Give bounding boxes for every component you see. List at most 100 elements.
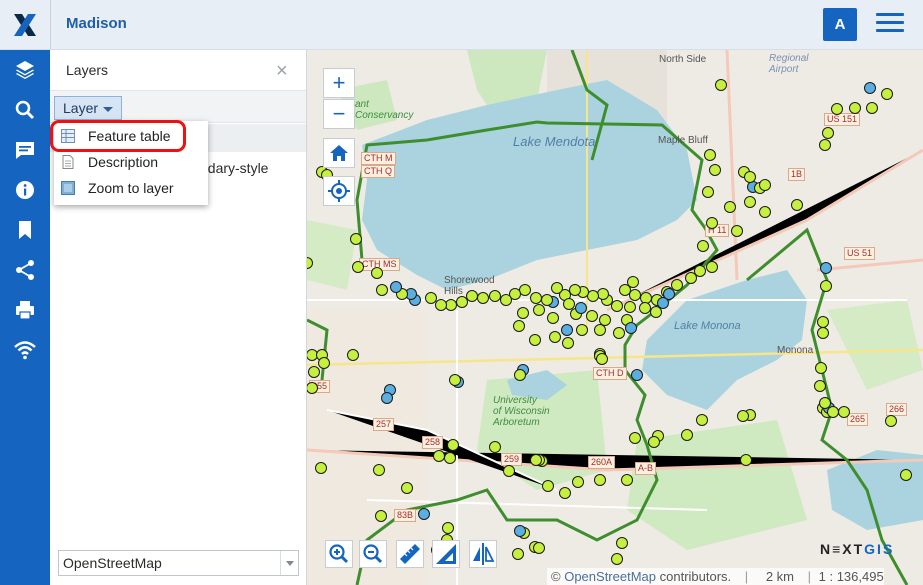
feature-point-green[interactable] [648, 436, 660, 448]
feature-point-green[interactable] [697, 240, 709, 252]
print-icon[interactable] [13, 298, 37, 322]
feature-point-green[interactable] [706, 261, 718, 273]
feature-point-green[interactable] [731, 225, 743, 237]
feature-point-green[interactable] [706, 217, 718, 229]
feature-point-green[interactable] [671, 279, 683, 291]
feature-point-green[interactable] [576, 324, 588, 336]
feature-point-blue[interactable] [575, 302, 587, 314]
feature-point-green[interactable] [639, 302, 651, 314]
feature-point-blue[interactable] [820, 262, 832, 274]
feature-point-green[interactable] [881, 88, 893, 100]
feature-point-green[interactable] [629, 289, 641, 301]
feature-point-green[interactable] [533, 304, 545, 316]
feature-point-green[interactable] [629, 432, 641, 444]
feature-point-green[interactable] [551, 282, 563, 294]
feature-point-green[interactable] [500, 294, 512, 306]
feature-point-green[interactable] [681, 429, 693, 441]
layers-icon[interactable] [13, 58, 37, 82]
feature-point-green[interactable] [572, 476, 584, 488]
feature-point-green[interactable] [849, 102, 861, 114]
feature-point-green[interactable] [838, 406, 850, 418]
feature-point-green[interactable] [514, 369, 526, 381]
measure-distance-button[interactable] [396, 540, 424, 568]
feature-point-green[interactable] [466, 290, 478, 302]
feature-point-green[interactable] [827, 406, 839, 418]
feature-point-green[interactable] [611, 300, 623, 312]
feature-point-green[interactable] [375, 510, 387, 522]
feature-point-green[interactable] [547, 312, 559, 324]
feature-point-green[interactable] [373, 464, 385, 476]
feature-point-green[interactable] [594, 474, 606, 486]
feature-point-green[interactable] [425, 292, 437, 304]
feature-point-green[interactable] [831, 103, 843, 115]
bookmark-icon[interactable] [13, 218, 37, 242]
feature-point-green[interactable] [542, 480, 554, 492]
feature-point-blue[interactable] [625, 322, 637, 334]
zoom-in-button[interactable]: + [323, 68, 355, 98]
feature-point-green[interactable] [650, 306, 662, 318]
hamburger-menu-icon[interactable] [876, 13, 904, 37]
feature-point-green[interactable] [619, 284, 631, 296]
chat-icon[interactable] [13, 138, 37, 162]
feature-point-green[interactable] [433, 450, 445, 462]
feature-point-green[interactable] [569, 284, 581, 296]
layer-menu-button[interactable]: Layer [54, 96, 123, 120]
close-icon[interactable]: × [276, 60, 288, 83]
measure-area-button[interactable] [432, 540, 460, 568]
feature-point-green[interactable] [616, 537, 628, 549]
feature-point-blue[interactable] [390, 281, 402, 293]
zoom-out-button[interactable]: − [323, 99, 355, 129]
feature-point-green[interactable] [449, 374, 461, 386]
feature-point-green[interactable] [696, 414, 708, 426]
feature-point-green[interactable] [740, 454, 752, 466]
osm-attribution-link[interactable]: OpenStreetMap [564, 569, 656, 584]
zoom-out-tool-button[interactable] [359, 540, 387, 568]
feature-point-green[interactable] [376, 284, 388, 296]
feature-point-green[interactable] [744, 171, 756, 183]
info-icon[interactable] [13, 178, 37, 202]
feature-point-green[interactable] [533, 542, 545, 554]
app-logo-icon[interactable] [12, 12, 38, 38]
swipe-compare-button[interactable] [469, 540, 497, 568]
feature-point-blue[interactable] [864, 82, 876, 94]
feature-point-green[interactable] [814, 380, 826, 392]
feature-point-green[interactable] [315, 462, 327, 474]
page-title[interactable]: Madison [66, 15, 127, 32]
feature-point-blue[interactable] [561, 324, 573, 336]
feature-point-green[interactable] [517, 307, 529, 319]
feature-point-blue[interactable] [418, 508, 430, 520]
feature-point-blue[interactable] [381, 392, 393, 404]
feature-point-green[interactable] [822, 127, 834, 139]
feature-point-green[interactable] [715, 79, 727, 91]
feature-point-green[interactable] [308, 366, 320, 378]
feature-point-green[interactable] [549, 331, 561, 343]
feature-point-green[interactable] [599, 314, 611, 326]
geolocate-button[interactable] [323, 176, 355, 206]
feature-point-green[interactable] [307, 349, 318, 361]
feature-point-green[interactable] [744, 196, 756, 208]
menu-item-description[interactable]: Description [54, 149, 208, 175]
feature-point-green[interactable] [489, 290, 501, 302]
feature-point-green[interactable] [347, 349, 359, 361]
feature-point-green[interactable] [866, 102, 878, 114]
feature-point-green[interactable] [562, 337, 574, 349]
feature-point-green[interactable] [759, 206, 771, 218]
feature-point-green[interactable] [529, 334, 541, 346]
wifi-icon[interactable] [13, 338, 37, 362]
feature-point-green[interactable] [694, 265, 706, 277]
feature-point-green[interactable] [512, 548, 524, 560]
share-icon[interactable] [13, 258, 37, 282]
feature-point-green[interactable] [541, 294, 553, 306]
feature-point-green[interactable] [759, 179, 771, 191]
feature-point-green[interactable] [819, 139, 831, 151]
feature-point-green[interactable] [442, 522, 454, 534]
feature-point-green[interactable] [900, 469, 912, 481]
feature-point-green[interactable] [709, 164, 721, 176]
feature-point-green[interactable] [597, 288, 609, 300]
feature-point-blue[interactable] [663, 288, 675, 300]
feature-point-green[interactable] [640, 292, 652, 304]
feature-point-green[interactable] [613, 327, 625, 339]
feature-point-green[interactable] [530, 454, 542, 466]
feature-point-green[interactable] [489, 441, 501, 453]
feature-point-green[interactable] [352, 261, 364, 273]
